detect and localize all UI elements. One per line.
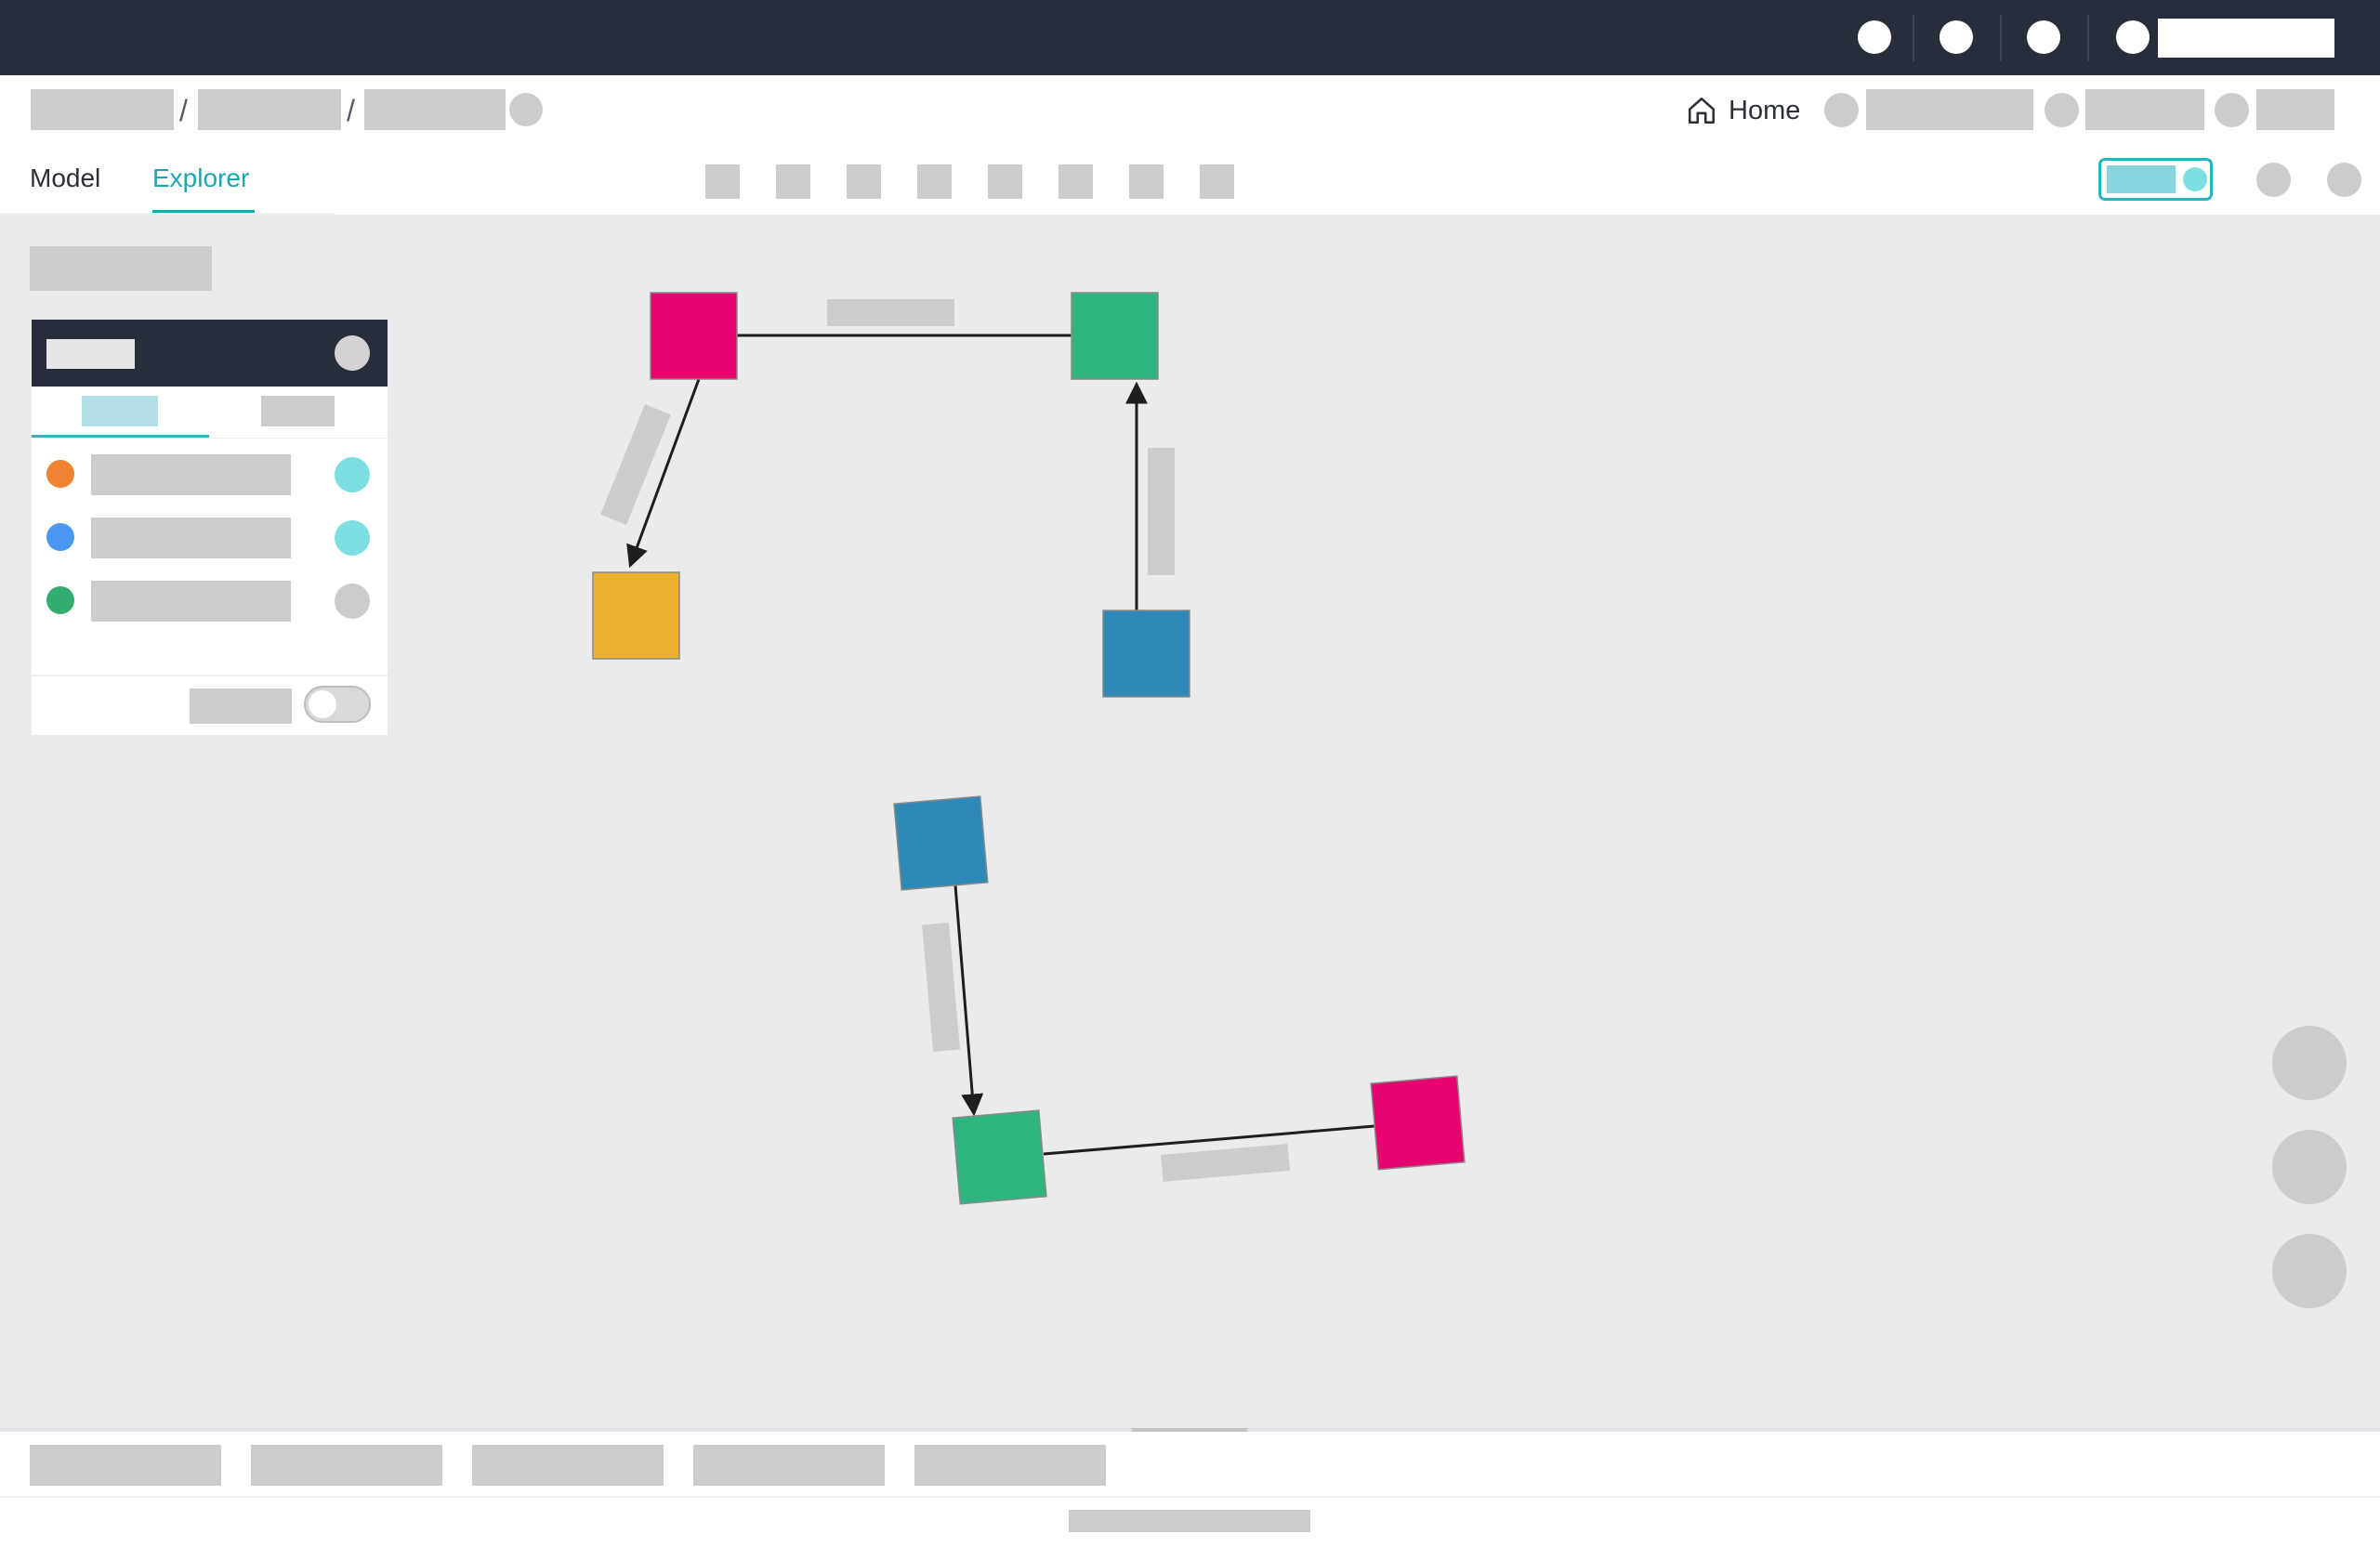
toolbar-button[interactable] xyxy=(1129,164,1164,199)
legend-header xyxy=(32,320,388,387)
top-navigation-bar xyxy=(0,0,2380,75)
breadcrumb-separator: / xyxy=(347,94,355,127)
bottom-tab[interactable] xyxy=(251,1445,442,1486)
help-icon[interactable] xyxy=(1858,20,1891,54)
home-link[interactable]: Home xyxy=(1686,92,1800,129)
toolbar-button[interactable] xyxy=(1059,164,1093,199)
header-link[interactable] xyxy=(2256,89,2334,130)
divider xyxy=(2000,15,2002,61)
legend-item[interactable] xyxy=(32,577,388,623)
edge-label[interactable] xyxy=(827,299,954,326)
bottom-tab[interactable] xyxy=(914,1445,1106,1486)
divider xyxy=(2087,15,2089,61)
legend-item[interactable] xyxy=(32,514,388,560)
legend-tab[interactable] xyxy=(261,396,335,426)
divider xyxy=(32,438,388,439)
divider xyxy=(1913,15,1914,61)
tab-model[interactable]: Model xyxy=(30,164,100,193)
bottom-tab[interactable] xyxy=(693,1445,885,1486)
close-icon[interactable] xyxy=(335,335,370,371)
home-icon xyxy=(1688,97,1716,125)
edge-label[interactable] xyxy=(1161,1144,1291,1182)
toolbar-button[interactable] xyxy=(776,164,810,199)
bottom-tab[interactable] xyxy=(472,1445,664,1486)
tab-explorer[interactable]: Explorer xyxy=(152,164,249,193)
home-label: Home xyxy=(1729,95,1801,125)
fullscreen-icon[interactable] xyxy=(2327,163,2361,197)
blue-node[interactable] xyxy=(1102,610,1190,698)
tabs-toolbar-row: Model Explorer xyxy=(0,146,2380,215)
visibility-icon[interactable] xyxy=(335,457,370,492)
edge-label[interactable] xyxy=(922,922,960,1052)
legend-item-label xyxy=(91,581,291,622)
visibility-icon[interactable] xyxy=(335,520,370,556)
toolbar-button[interactable] xyxy=(988,164,1022,199)
graph-edge[interactable] xyxy=(953,885,984,1117)
link-icon[interactable] xyxy=(2215,93,2249,127)
pink-node[interactable] xyxy=(1370,1075,1466,1171)
graph-edge[interactable] xyxy=(1043,1124,1375,1156)
bottom-tab[interactable] xyxy=(30,1445,221,1486)
link-icon[interactable] xyxy=(1824,93,1859,127)
yellow-node[interactable] xyxy=(592,571,680,660)
breadcrumb: / / Home xyxy=(0,75,2380,146)
zoom-out-button[interactable] xyxy=(2272,1130,2347,1204)
edge-label[interactable] xyxy=(600,404,671,525)
edge-label[interactable] xyxy=(1148,448,1175,575)
settings-icon[interactable] xyxy=(2027,20,2060,54)
user-name[interactable] xyxy=(2158,19,2334,58)
toggle-knob xyxy=(309,690,336,718)
legend-color-dot xyxy=(46,586,74,614)
legend-color-dot xyxy=(46,523,74,551)
view-toggle[interactable] xyxy=(2098,158,2213,201)
green-node[interactable] xyxy=(952,1109,1047,1205)
legend-item-label xyxy=(91,454,291,495)
more-options-icon[interactable] xyxy=(2256,163,2291,197)
toolbar-button[interactable] xyxy=(917,164,952,199)
divider xyxy=(32,675,388,676)
notifications-icon[interactable] xyxy=(1940,20,1973,54)
blue-node[interactable] xyxy=(893,795,989,891)
header-link[interactable] xyxy=(1866,89,2033,130)
legend-panel xyxy=(32,320,388,735)
bottom-tabs xyxy=(0,1432,2380,1497)
status-bar xyxy=(0,1498,2380,1547)
toolbar-button[interactable] xyxy=(1200,164,1234,199)
breadcrumb-item[interactable] xyxy=(364,89,506,130)
pink-node[interactable] xyxy=(650,292,738,380)
visibility-icon[interactable] xyxy=(335,583,370,619)
green-node[interactable] xyxy=(1071,292,1159,380)
view-toggle-knob xyxy=(2183,167,2207,191)
breadcrumb-item[interactable] xyxy=(31,89,174,130)
legend-tab-active[interactable] xyxy=(82,396,158,426)
zoom-in-button[interactable] xyxy=(2272,1026,2347,1100)
link-icon[interactable] xyxy=(2045,93,2079,127)
status-text xyxy=(1069,1510,1310,1532)
user-icon[interactable] xyxy=(2116,20,2150,54)
legend-item-label xyxy=(91,518,291,558)
header-link[interactable] xyxy=(2085,89,2204,130)
view-toggle-label xyxy=(2107,165,2176,193)
info-icon[interactable] xyxy=(509,93,543,126)
toolbar-button[interactable] xyxy=(847,164,881,199)
toolbar-button[interactable] xyxy=(705,164,740,199)
graph-canvas[interactable] xyxy=(0,215,2380,1428)
fit-view-button[interactable] xyxy=(2272,1234,2347,1308)
legend-title xyxy=(46,339,135,369)
legend-item[interactable] xyxy=(32,451,388,497)
breadcrumb-item[interactable] xyxy=(198,89,341,130)
toggle-switch[interactable] xyxy=(304,686,371,723)
toggle-label xyxy=(190,688,292,724)
legend-color-dot xyxy=(46,460,74,488)
breadcrumb-separator: / xyxy=(179,94,188,127)
